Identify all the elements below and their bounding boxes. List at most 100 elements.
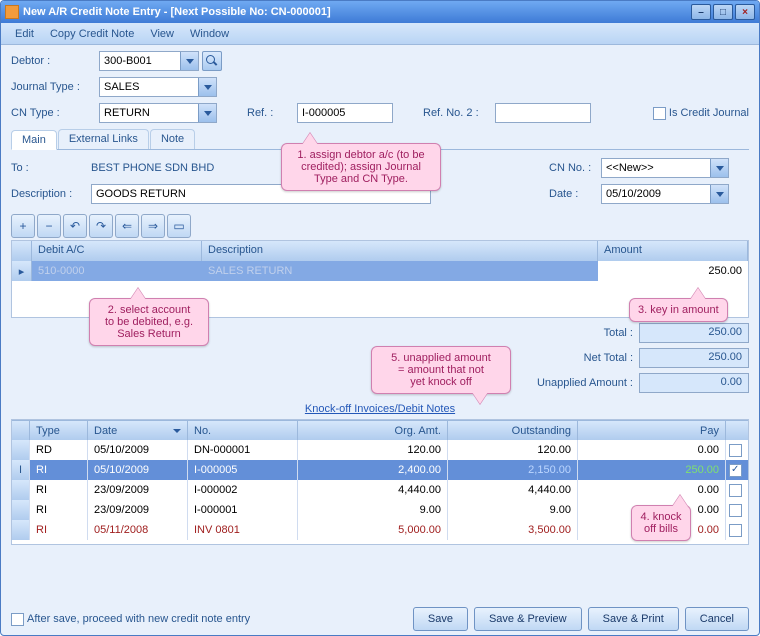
refno2-input[interactable]: [495, 103, 591, 123]
tab-note[interactable]: Note: [150, 129, 195, 149]
menu-view[interactable]: View: [142, 28, 182, 40]
cell-outstanding: 2,150.00: [448, 460, 578, 480]
label-is-credit-journal: Is Credit Journal: [669, 107, 749, 119]
col-type[interactable]: Type: [30, 421, 88, 441]
row-indicator: [12, 500, 30, 520]
move-down-button[interactable]: ⇒: [141, 214, 165, 238]
cell-type: RI: [30, 520, 88, 540]
row-pointer-icon: ▸: [12, 261, 32, 281]
delete-row-button[interactable]: −: [37, 214, 61, 238]
tab-external-links[interactable]: External Links: [58, 129, 149, 149]
save-button[interactable]: Save: [413, 607, 468, 631]
redo-button[interactable]: ↷: [89, 214, 113, 238]
close-button[interactable]: ×: [735, 4, 755, 20]
label-date: Date :: [549, 188, 601, 200]
knockoff-row[interactable]: IRI05/10/2009I-0000052,400.002,150.00250…: [12, 460, 748, 480]
cell-outstanding: 9.00: [448, 500, 578, 520]
save-print-button[interactable]: Save & Print: [588, 607, 679, 631]
after-save-checkbox[interactable]: [11, 613, 24, 626]
cell-pay[interactable]: 0.00: [578, 480, 726, 500]
grid-toolbar: + − ↶ ↷ ⇐ ⇒ ▭: [11, 214, 749, 238]
cell-type: RI: [30, 500, 88, 520]
knockoff-link[interactable]: Knock-off Invoices/Debit Notes: [11, 403, 749, 415]
menu-window[interactable]: Window: [182, 28, 237, 40]
knockoff-checkbox[interactable]: [729, 444, 742, 457]
label-cn-type: CN Type :: [11, 107, 99, 119]
knockoff-checkbox[interactable]: [729, 464, 742, 477]
knockoff-checkbox[interactable]: [729, 504, 742, 517]
cell-type: RD: [30, 440, 88, 460]
callout-3: 3. key in amount: [629, 298, 728, 322]
cell-date: 23/09/2009: [88, 500, 188, 520]
chevron-down-icon: [716, 192, 724, 197]
menu-edit[interactable]: Edit: [7, 28, 42, 40]
cn-no-combo-button[interactable]: [710, 159, 728, 177]
entry-row[interactable]: ▸ 510-0000 SALES RETURN 250.00: [12, 261, 748, 281]
col-debit-ac[interactable]: Debit A/C: [32, 241, 202, 261]
callout-4: 4. knock off bills: [631, 505, 691, 541]
knockoff-row[interactable]: RD05/10/2009DN-000001120.00120.000.00: [12, 440, 748, 460]
menu-copy[interactable]: Copy Credit Note: [42, 28, 142, 40]
debtor-combo-button[interactable]: [180, 52, 198, 70]
label-ref: Ref. :: [247, 107, 297, 119]
journal-type-combo[interactable]: SALES: [99, 77, 217, 97]
row-indicator: [12, 440, 30, 460]
columns-button[interactable]: ▭: [167, 214, 191, 238]
tab-main[interactable]: Main: [11, 130, 57, 150]
knockoff-checkbox[interactable]: [729, 524, 742, 537]
unapplied-value: 0.00: [639, 373, 749, 393]
cell-org-amt: 9.00: [298, 500, 448, 520]
date-picker-button[interactable]: [710, 185, 728, 203]
cancel-button[interactable]: Cancel: [685, 607, 749, 631]
to-value: BEST PHONE SDN BHD: [91, 162, 214, 174]
label-journal-type: Journal Type :: [11, 81, 99, 93]
debtor-combo[interactable]: 300-B001: [99, 51, 199, 71]
cell-org-amt: 4,440.00: [298, 480, 448, 500]
cell-org-amt: 2,400.00: [298, 460, 448, 480]
cell-no: DN-000001: [188, 440, 298, 460]
cell-outstanding: 4,440.00: [448, 480, 578, 500]
add-row-button[interactable]: +: [11, 214, 35, 238]
col-description[interactable]: Description: [202, 241, 598, 261]
is-credit-journal-checkbox[interactable]: [653, 107, 666, 120]
cn-type-combo[interactable]: RETURN: [99, 103, 217, 123]
label-net-total: Net Total :: [539, 352, 639, 364]
cell-pay[interactable]: 0.00: [578, 440, 726, 460]
cell-amount[interactable]: 250.00: [598, 261, 748, 281]
col-pay[interactable]: Pay: [578, 421, 726, 441]
cell-no: I-000005: [188, 460, 298, 480]
cell-date: 23/09/2009: [88, 480, 188, 500]
cn-no-combo[interactable]: <<New>>: [601, 158, 729, 178]
col-org-amt[interactable]: Org. Amt.: [298, 421, 448, 441]
maximize-button[interactable]: □: [713, 4, 733, 20]
col-no[interactable]: No.: [188, 421, 298, 441]
window-title: New A/R Credit Note Entry - [Next Possib…: [23, 6, 331, 18]
chevron-down-icon: [186, 59, 194, 64]
cell-no: I-000002: [188, 480, 298, 500]
cell-date: 05/10/2009: [88, 440, 188, 460]
col-amount[interactable]: Amount: [598, 241, 748, 261]
cell-outstanding: 120.00: [448, 440, 578, 460]
cell-description[interactable]: SALES RETURN: [202, 261, 598, 281]
col-date[interactable]: Date: [88, 421, 188, 441]
minimize-button[interactable]: –: [691, 4, 711, 20]
label-refno2: Ref. No. 2 :: [423, 107, 495, 119]
debtor-search-button[interactable]: [202, 51, 222, 71]
row-selector-header: [12, 241, 32, 261]
col-outstanding[interactable]: Outstanding: [448, 421, 578, 441]
app-window: New A/R Credit Note Entry - [Next Possib…: [0, 0, 760, 636]
knockoff-checkbox[interactable]: [729, 484, 742, 497]
cn-type-combo-button[interactable]: [198, 104, 216, 122]
knockoff-row[interactable]: RI23/09/2009I-0000024,440.004,440.000.00: [12, 480, 748, 500]
date-picker[interactable]: 05/10/2009: [601, 184, 729, 204]
journal-type-combo-button[interactable]: [198, 78, 216, 96]
cell-org-amt: 5,000.00: [298, 520, 448, 540]
cell-debit-ac[interactable]: 510-0000: [32, 261, 202, 281]
save-preview-button[interactable]: Save & Preview: [474, 607, 582, 631]
total-value: 250.00: [639, 323, 749, 343]
ref-input[interactable]: I-000005: [297, 103, 393, 123]
move-up-button[interactable]: ⇐: [115, 214, 139, 238]
undo-button[interactable]: ↶: [63, 214, 87, 238]
title-bar: New A/R Credit Note Entry - [Next Possib…: [1, 1, 759, 23]
cell-pay[interactable]: 250.00: [578, 460, 726, 480]
